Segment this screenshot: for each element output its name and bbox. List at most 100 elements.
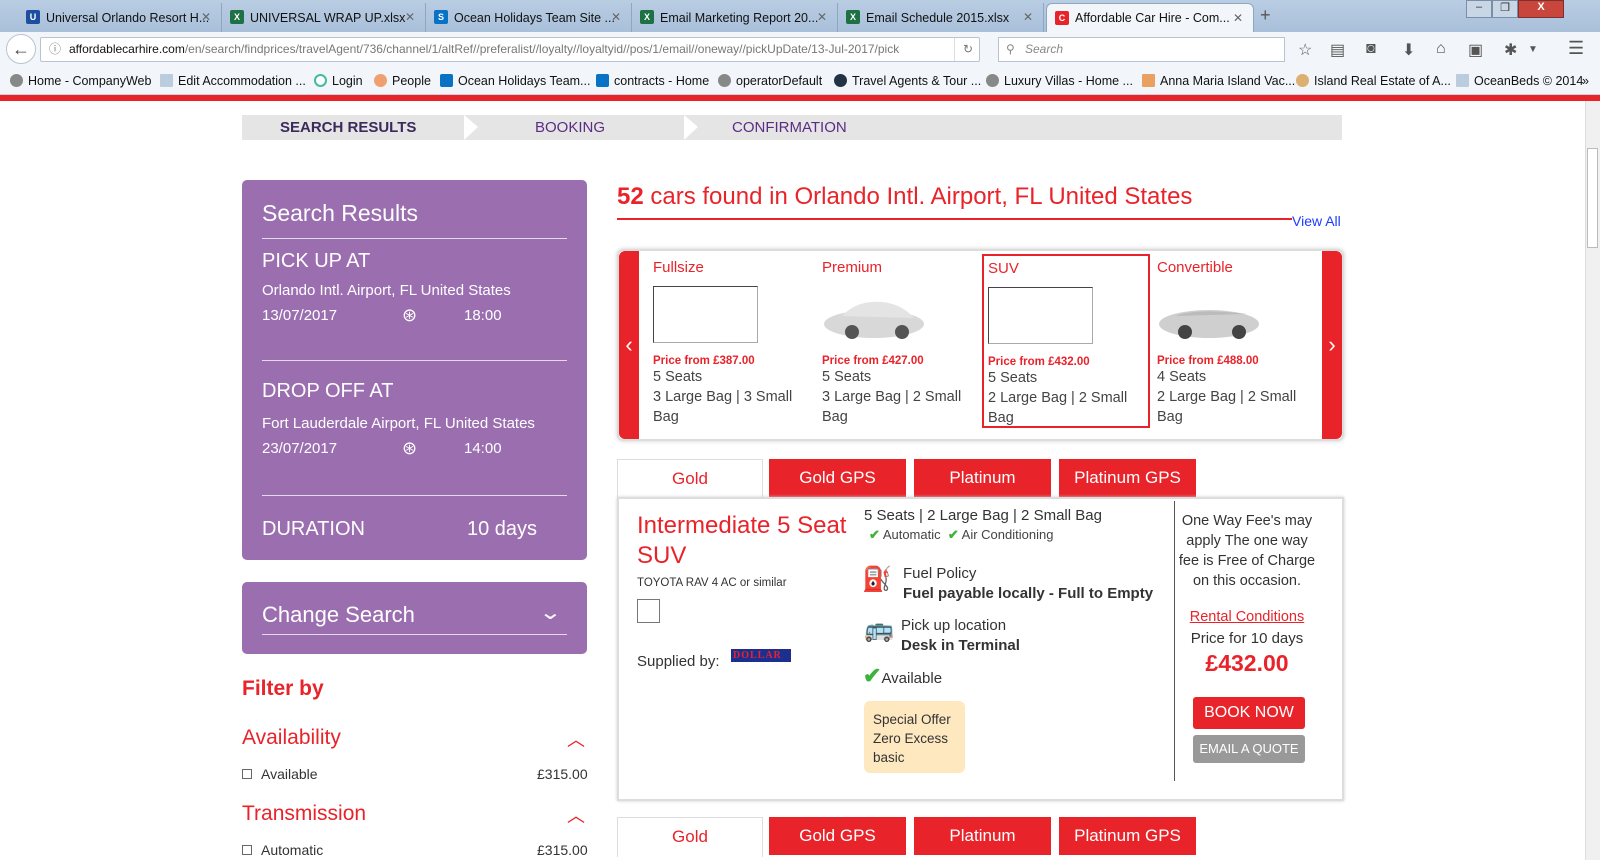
pickup-label: PICK UP AT bbox=[262, 250, 371, 272]
change-search-toggle[interactable]: Change Search ⌄ bbox=[242, 582, 587, 654]
browser-tab[interactable]: X Email Schedule 2015.xlsx ✕ bbox=[838, 3, 1044, 32]
extension-icon[interactable]: ✱ bbox=[1504, 40, 1517, 60]
carousel-prev-button[interactable]: ‹ bbox=[619, 251, 639, 439]
bookmark[interactable]: Island Real Estate of A... bbox=[1296, 74, 1451, 88]
maximize-button[interactable]: ❐ bbox=[1492, 0, 1518, 18]
home-icon[interactable]: ⌂ bbox=[1436, 40, 1446, 58]
booking-steps: SEARCH RESULTS BOOKING CONFIRMATION bbox=[242, 115, 1342, 140]
browser-tab-active[interactable]: C Affordable Car Hire - Com... ✕ bbox=[1046, 3, 1254, 32]
clock-icon: ⊛ bbox=[402, 438, 418, 458]
bookmark[interactable]: operatorDefault bbox=[718, 74, 822, 88]
category-card-suv-selected[interactable]: SUV Price from £432.00 5 Seats 2 Large B… bbox=[982, 254, 1150, 428]
duration-label: DURATION bbox=[262, 518, 365, 540]
check-icon: ✔ bbox=[869, 527, 880, 542]
notifications-icon[interactable]: ▣ bbox=[1468, 40, 1483, 60]
chevron-up-icon[interactable]: ︿ bbox=[567, 726, 585, 752]
tab-gold-gps[interactable]: Gold GPS bbox=[769, 817, 906, 855]
tab-platinum[interactable]: Platinum bbox=[914, 459, 1051, 497]
panel-title: Search Results bbox=[262, 200, 418, 226]
dropdown-icon[interactable]: ▼ bbox=[1528, 44, 1538, 55]
results-headline: 52 cars found in Orlando Intl. Airport, … bbox=[617, 183, 1193, 210]
bookmark[interactable]: Travel Agents & Tour ... bbox=[834, 74, 981, 88]
bookmark[interactable]: Login bbox=[314, 74, 363, 88]
offer-title: Intermediate 5 Seat SUV bbox=[637, 512, 847, 569]
filter-transmission-title[interactable]: Transmission bbox=[242, 802, 366, 826]
globe-icon bbox=[10, 74, 23, 87]
bookmark[interactable]: Anna Maria Island Vac... bbox=[1142, 74, 1295, 88]
tab-platinum[interactable]: Platinum bbox=[914, 817, 1051, 855]
browser-tab[interactable]: U Universal Orlando Resort H... ✕ bbox=[18, 3, 222, 32]
pocket-icon[interactable]: ◙ bbox=[1366, 40, 1376, 58]
close-tab-icon[interactable]: ✕ bbox=[201, 10, 211, 24]
close-window-button[interactable]: X bbox=[1518, 0, 1564, 18]
supplied-by-label: Supplied by: bbox=[637, 653, 720, 670]
bookmark[interactable]: Home - CompanyWeb bbox=[10, 74, 151, 88]
tab-gold[interactable]: Gold bbox=[617, 817, 763, 857]
carousel-next-button[interactable]: › bbox=[1322, 251, 1342, 439]
new-tab-button[interactable]: + bbox=[1260, 5, 1271, 26]
view-all-link[interactable]: View All bbox=[1292, 213, 1341, 229]
info-icon: ⓘ bbox=[49, 42, 62, 56]
price-duration-label: Price for 10 days bbox=[1190, 630, 1304, 647]
browser-tab[interactable]: X UNIVERSAL WRAP UP.xlsx ✕ bbox=[222, 3, 426, 32]
tab-platinum-gps[interactable]: Platinum GPS bbox=[1059, 459, 1196, 497]
tab-gold-gps[interactable]: Gold GPS bbox=[769, 459, 906, 497]
bookmark[interactable]: Ocean Holidays Team... bbox=[440, 74, 590, 88]
rate-tabs: Gold Gold GPS Platinum Platinum GPS bbox=[617, 459, 1344, 499]
login-icon bbox=[314, 74, 327, 87]
browser-tab[interactable]: X Email Marketing Report 20... ✕ bbox=[632, 3, 838, 32]
address-bar[interactable]: ⓘ affordablecarhire.com/en/search/findpri… bbox=[40, 37, 980, 62]
category-card-convertible[interactable]: Convertible Price from £488.00 4 Seats 2… bbox=[1157, 259, 1317, 427]
filter-option-available[interactable]: Available bbox=[242, 766, 318, 782]
chevron-up-icon[interactable]: ︿ bbox=[567, 802, 585, 828]
filter-option-automatic[interactable]: Automatic bbox=[242, 842, 323, 858]
scrollbar-thumb[interactable] bbox=[1587, 148, 1598, 248]
dropoff-label: DROP OFF AT bbox=[262, 380, 394, 402]
browser-tab[interactable]: S Ocean Holidays Team Site ... ✕ bbox=[426, 3, 632, 32]
reload-icon[interactable]: ↻ bbox=[953, 38, 973, 61]
checkbox[interactable] bbox=[242, 769, 252, 779]
reading-list-icon[interactable]: ▤ bbox=[1330, 40, 1345, 60]
duration-value: 10 days bbox=[467, 518, 538, 540]
bookmark[interactable]: contracts - Home bbox=[596, 74, 709, 88]
shell-icon bbox=[1296, 74, 1309, 87]
email-quote-button[interactable]: EMAIL A QUOTE bbox=[1193, 735, 1305, 763]
tab-platinum-gps[interactable]: Platinum GPS bbox=[1059, 817, 1196, 855]
menu-icon[interactable]: ☰ bbox=[1568, 38, 1584, 59]
more-bookmarks-icon[interactable]: » bbox=[1582, 74, 1589, 88]
bookmark[interactable]: OceanBeds © 2014 bbox=[1456, 74, 1583, 88]
step-divider bbox=[464, 115, 478, 140]
browser-search-input[interactable]: ⚲ Search bbox=[998, 37, 1285, 62]
close-tab-icon[interactable]: ✕ bbox=[817, 10, 827, 24]
divider bbox=[1174, 501, 1175, 781]
bookmark[interactable]: Edit Accommodation ... bbox=[160, 74, 306, 88]
close-tab-icon[interactable]: ✕ bbox=[405, 10, 415, 24]
back-button[interactable]: ← bbox=[6, 34, 36, 64]
check-icon: ✔ bbox=[863, 663, 882, 688]
close-tab-icon[interactable]: ✕ bbox=[1023, 10, 1033, 24]
tab-gold[interactable]: Gold bbox=[617, 459, 763, 499]
check-icon: ✔ bbox=[947, 527, 959, 542]
category-card-fullsize[interactable]: Fullsize Price from £387.00 5 Seats 3 La… bbox=[653, 259, 813, 427]
sharepoint-icon: S bbox=[434, 10, 448, 24]
close-tab-icon[interactable]: ✕ bbox=[611, 10, 621, 24]
bookmark-star-icon[interactable]: ☆ bbox=[1298, 40, 1312, 60]
category-card-premium[interactable]: Premium Price from £427.00 5 Seats 3 Lar… bbox=[822, 259, 982, 427]
minimize-button[interactable]: – bbox=[1466, 0, 1492, 18]
universal-icon: U bbox=[26, 10, 40, 24]
rental-conditions-link[interactable]: Rental Conditions bbox=[1177, 609, 1317, 625]
car-hire-icon: C bbox=[1055, 11, 1069, 25]
mickey-icon bbox=[834, 74, 847, 87]
filter-heading: Filter by bbox=[242, 677, 324, 700]
car-specs: 5 Seats | 2 Large Bag | 2 Small Bag bbox=[864, 507, 1102, 524]
checkbox[interactable] bbox=[242, 845, 252, 855]
download-icon[interactable]: ⬇ bbox=[1402, 40, 1415, 60]
search-icon: ⚲ bbox=[1006, 42, 1015, 56]
bookmark[interactable]: People bbox=[374, 74, 431, 88]
filter-availability-title[interactable]: Availability bbox=[242, 726, 341, 750]
book-now-button[interactable]: BOOK NOW bbox=[1193, 697, 1305, 729]
people-icon bbox=[374, 74, 387, 87]
close-tab-icon[interactable]: ✕ bbox=[1233, 11, 1243, 25]
step-search-results: SEARCH RESULTS bbox=[280, 119, 417, 136]
bookmark[interactable]: Luxury Villas - Home ... bbox=[986, 74, 1133, 88]
